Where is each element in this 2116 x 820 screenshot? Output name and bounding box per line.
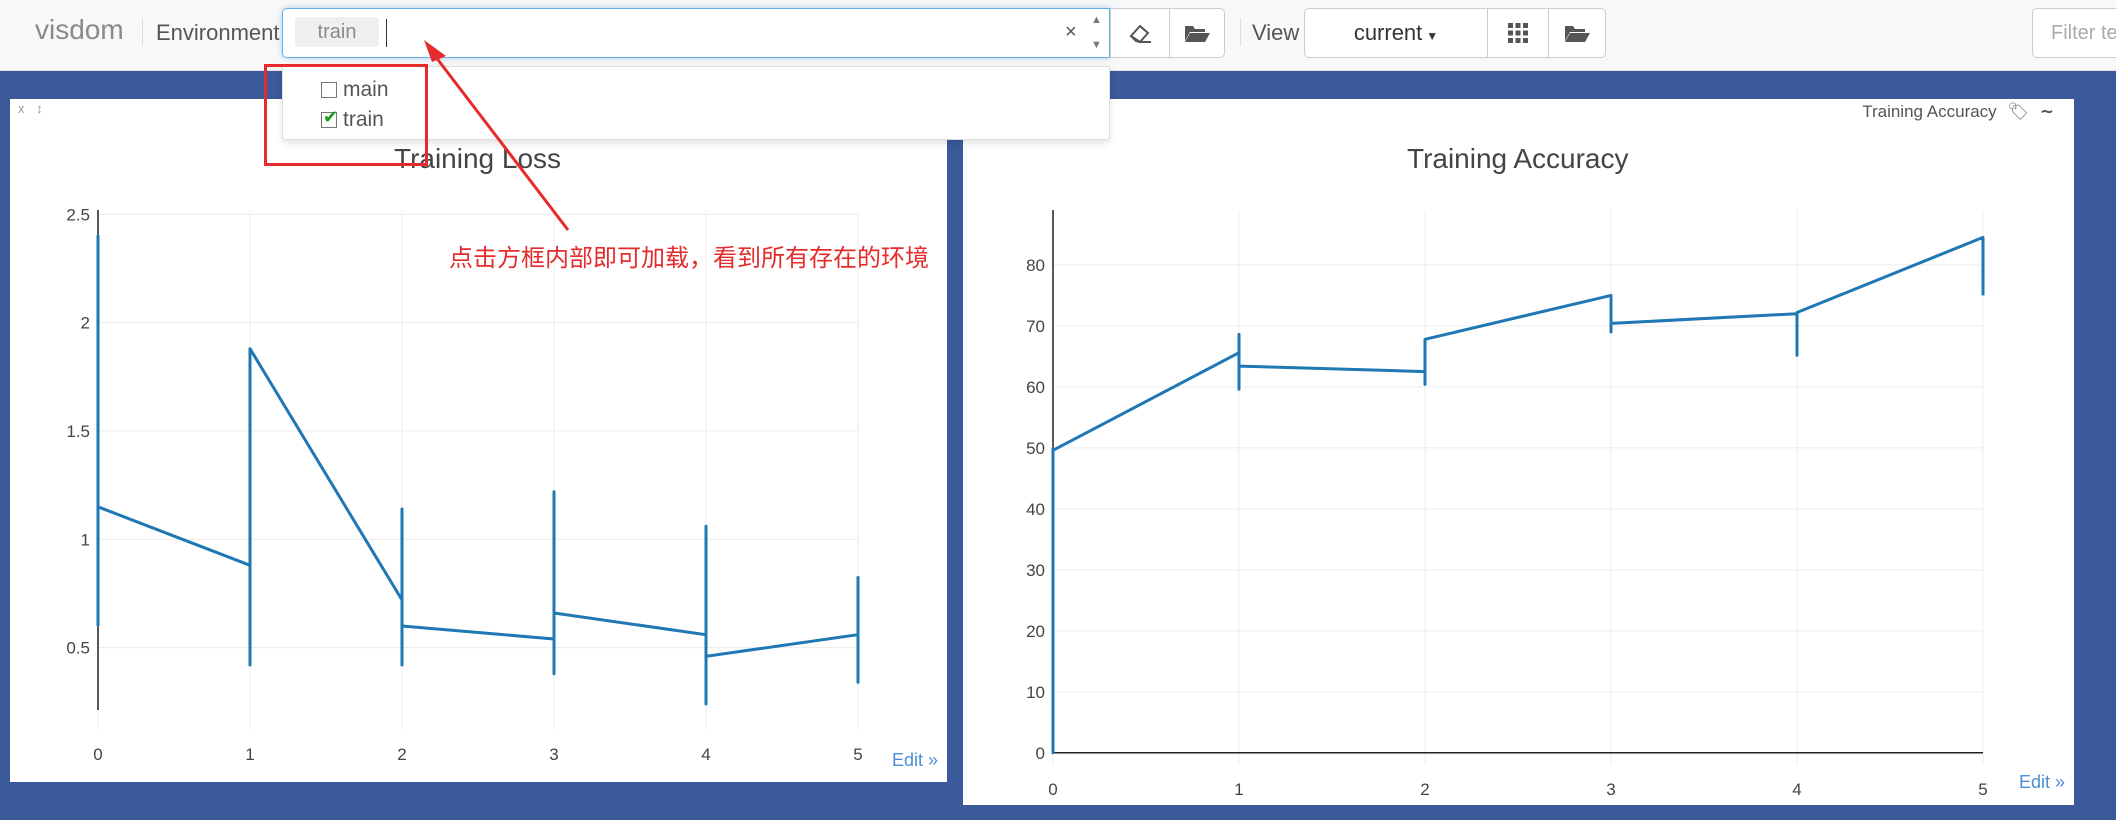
folder-open-icon: [1565, 26, 1590, 42]
caret-down-icon: ▼: [1426, 29, 1439, 43]
x-tick-label: 3: [1606, 780, 1615, 799]
training-loss-chart: 0.5 1 1.5 2 2.5 0 1 2 3 4 5: [66, 205, 862, 764]
x-tick-label: 4: [701, 745, 710, 764]
y-tick-label: 2.5: [66, 205, 90, 224]
pane-training-loss[interactable]: x ↕ Training Loss Edit » 0.5 1 1.5 2 2.5 0 1 2 3…: [10, 99, 947, 782]
y-tick-label: 20: [1026, 622, 1045, 641]
x-tick-label: 3: [549, 745, 558, 764]
y-tick-label: 40: [1026, 500, 1045, 519]
y-tick-label: 0: [1036, 744, 1045, 763]
x-tick-label: 5: [853, 745, 862, 764]
y-tick-label: 2: [81, 314, 90, 333]
y-tick-label: 70: [1026, 317, 1045, 336]
environment-label: Environment: [156, 20, 280, 45]
manage-views-button[interactable]: [1548, 8, 1606, 58]
divider: [1240, 18, 1241, 46]
scroll-down-icon[interactable]: ▼: [1091, 39, 1102, 51]
view-label: View: [1252, 20, 1300, 45]
y-tick-label: 1: [81, 530, 90, 549]
view-dropdown-value: current: [1353, 20, 1423, 45]
y-tick-label: 60: [1026, 378, 1045, 397]
grid-icon: [1508, 23, 1528, 43]
selected-env-chip[interactable]: train: [295, 17, 379, 47]
eraser-icon: [1129, 24, 1151, 44]
x-tick-label: 1: [1234, 780, 1243, 799]
clear-selection-icon[interactable]: ×: [1065, 21, 1077, 44]
filter-input[interactable]: Filter te: [2032, 8, 2116, 58]
training-accuracy-chart: 0 10 20 30 40 50 60 70 80 0 1 2 3 4 5: [1026, 210, 1988, 799]
clear-env-button[interactable]: [1110, 8, 1170, 58]
scroll-up-icon[interactable]: ▲: [1091, 14, 1102, 26]
annotation-highlight-box: [264, 64, 428, 166]
folder-open-icon: [1185, 26, 1210, 42]
manage-env-button[interactable]: [1169, 8, 1225, 58]
x-tick-label: 2: [1420, 780, 1429, 799]
brand-logo: visdom: [35, 14, 124, 45]
annotation-text: 点击方框内部即可加载，看到所有存在的环境: [449, 245, 929, 272]
top-navbar: visdom Environment train × ▲ ▼ View curr…: [0, 0, 2116, 71]
x-tick-label: 0: [1048, 780, 1057, 799]
y-tick-label: 80: [1026, 256, 1045, 275]
y-tick-label: 30: [1026, 561, 1045, 580]
series-line: [96, 234, 860, 706]
environment-selector-input[interactable]: train × ▲ ▼: [282, 8, 1110, 58]
x-tick-label: 0: [93, 745, 102, 764]
x-tick-label: 4: [1792, 780, 1801, 799]
y-tick-label: 0.5: [66, 639, 90, 658]
repack-layout-button[interactable]: [1487, 8, 1549, 58]
x-tick-label: 5: [1978, 780, 1987, 799]
divider: [142, 18, 143, 46]
workspace-canvas: x ↕ Training Loss Edit » 0.5 1 1.5 2 2.5 0 1 2 3…: [0, 71, 2116, 820]
x-tick-label: 2: [397, 745, 406, 764]
series-line: [1051, 235, 1985, 755]
x-tick-label: 1: [245, 745, 254, 764]
y-tick-label: 1.5: [66, 422, 90, 441]
y-tick-label: 50: [1026, 439, 1045, 458]
view-dropdown[interactable]: current ▼: [1304, 8, 1488, 58]
y-tick-label: 10: [1026, 683, 1045, 702]
pane-training-accuracy[interactable]: Training Accuracy 🏷 ∼ Training Accuracy …: [963, 99, 2074, 805]
text-cursor: [386, 19, 387, 47]
